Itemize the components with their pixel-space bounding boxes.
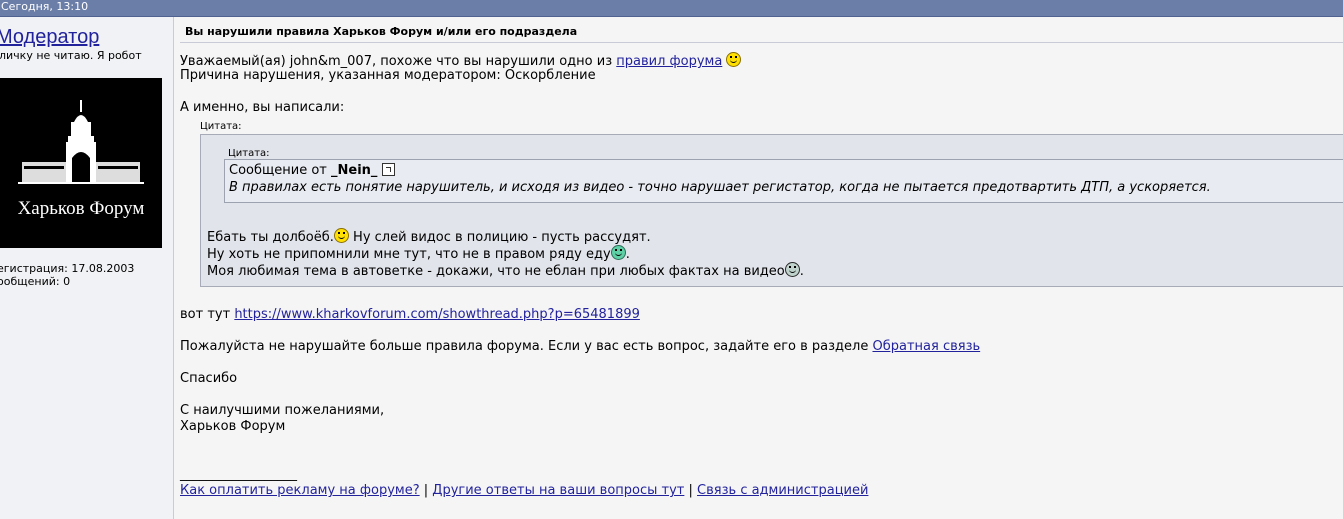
signature-text: Харьков Форум [180,419,286,434]
quote-from-label: Сообщение от [229,163,327,178]
title-divider [180,42,1343,43]
quote-line-1: Ебать ты долбоёб. Ну слей видос в полици… [207,228,651,245]
signature-separator: __________________ [180,467,297,482]
laugh-icon [333,228,349,243]
inner-quote-label: Цитата: [228,148,270,159]
feedback-link[interactable]: Обратная связь [872,339,980,354]
footer-links: Как оплатить рекламу на форуме? | Другие… [180,483,869,498]
quote-line-2: Ну хоть не припомнили мне тут, что не в … [207,245,630,262]
avatar: Харьков Форум [0,78,162,248]
forum-rules-link[interactable]: правил форума [616,54,722,69]
inner-quote-text: В правилах есть понятие нарушитель, и ис… [229,180,1211,195]
greeting-text: Уважаемый(ая) john&m_007, похоже что вы … [180,54,613,69]
view-post-icon[interactable] [381,163,395,176]
quote-block: Цитата: Сообщение от _Nein_ В правилах е… [200,134,1343,287]
thanks-text: Спасибо [180,371,238,386]
regards-text: С наилучшими пожеланиями, [180,403,385,418]
quote-line-3: Моя любимая тема в автоветке - докажи, ч… [207,262,804,279]
please-text: Пожалуйста не нарушайте больше правила ф… [180,339,869,354]
faq-link[interactable]: Другие ответы на ваши вопросы тут [432,483,684,498]
scream-icon [784,262,800,277]
violation-reason: Причина нарушения, указанная модератором… [180,68,596,83]
user-stats: егистрация: 17.08.2003 ообщений: 0 [0,262,134,288]
namely-text: А именно, вы написали: [180,100,345,115]
quote-label: Цитата: [200,121,242,132]
user-title: личку не читаю. Я робот [0,49,142,62]
registration-date: егистрация: 17.08.2003 [0,262,135,275]
contact-admin-link[interactable]: Связь с администрацией [697,483,868,498]
inner-quote-header: Сообщение от _Nein_ [229,163,395,179]
please-line: Пожалуйста не нарушайте больше правила ф… [180,339,980,355]
advertising-link[interactable]: Как оплатить рекламу на форуме? [180,483,420,498]
post-date: Сегодня, 13:10 [1,0,89,13]
grin-icon [610,245,626,260]
kharkov-tower-icon [18,100,144,184]
quote-author: _Nein_ [331,163,378,178]
violation-link-line: вот тут https://www.kharkovforum.com/sho… [180,307,640,323]
here-label: вот тут [180,307,231,322]
inner-quote-block: Сообщение от _Nein_ В правилах есть поня… [224,159,1343,203]
post-body: Вы нарушили правила Харьков Форум и/или … [174,17,1343,519]
smile-icon [726,52,742,67]
username-link[interactable]: Модератор [0,26,99,48]
post-title: Вы нарушили правила Харьков Форум и/или … [185,25,578,38]
avatar-caption: Харьков Форум [17,198,145,219]
user-info-panel: Модератор личку не читаю. Я робот Харько… [0,17,174,519]
post-header-bar: Сегодня, 13:10 [0,0,1343,17]
post-count: ообщений: 0 [0,275,71,288]
violation-post-link[interactable]: https://www.kharkovforum.com/showthread.… [234,307,640,322]
